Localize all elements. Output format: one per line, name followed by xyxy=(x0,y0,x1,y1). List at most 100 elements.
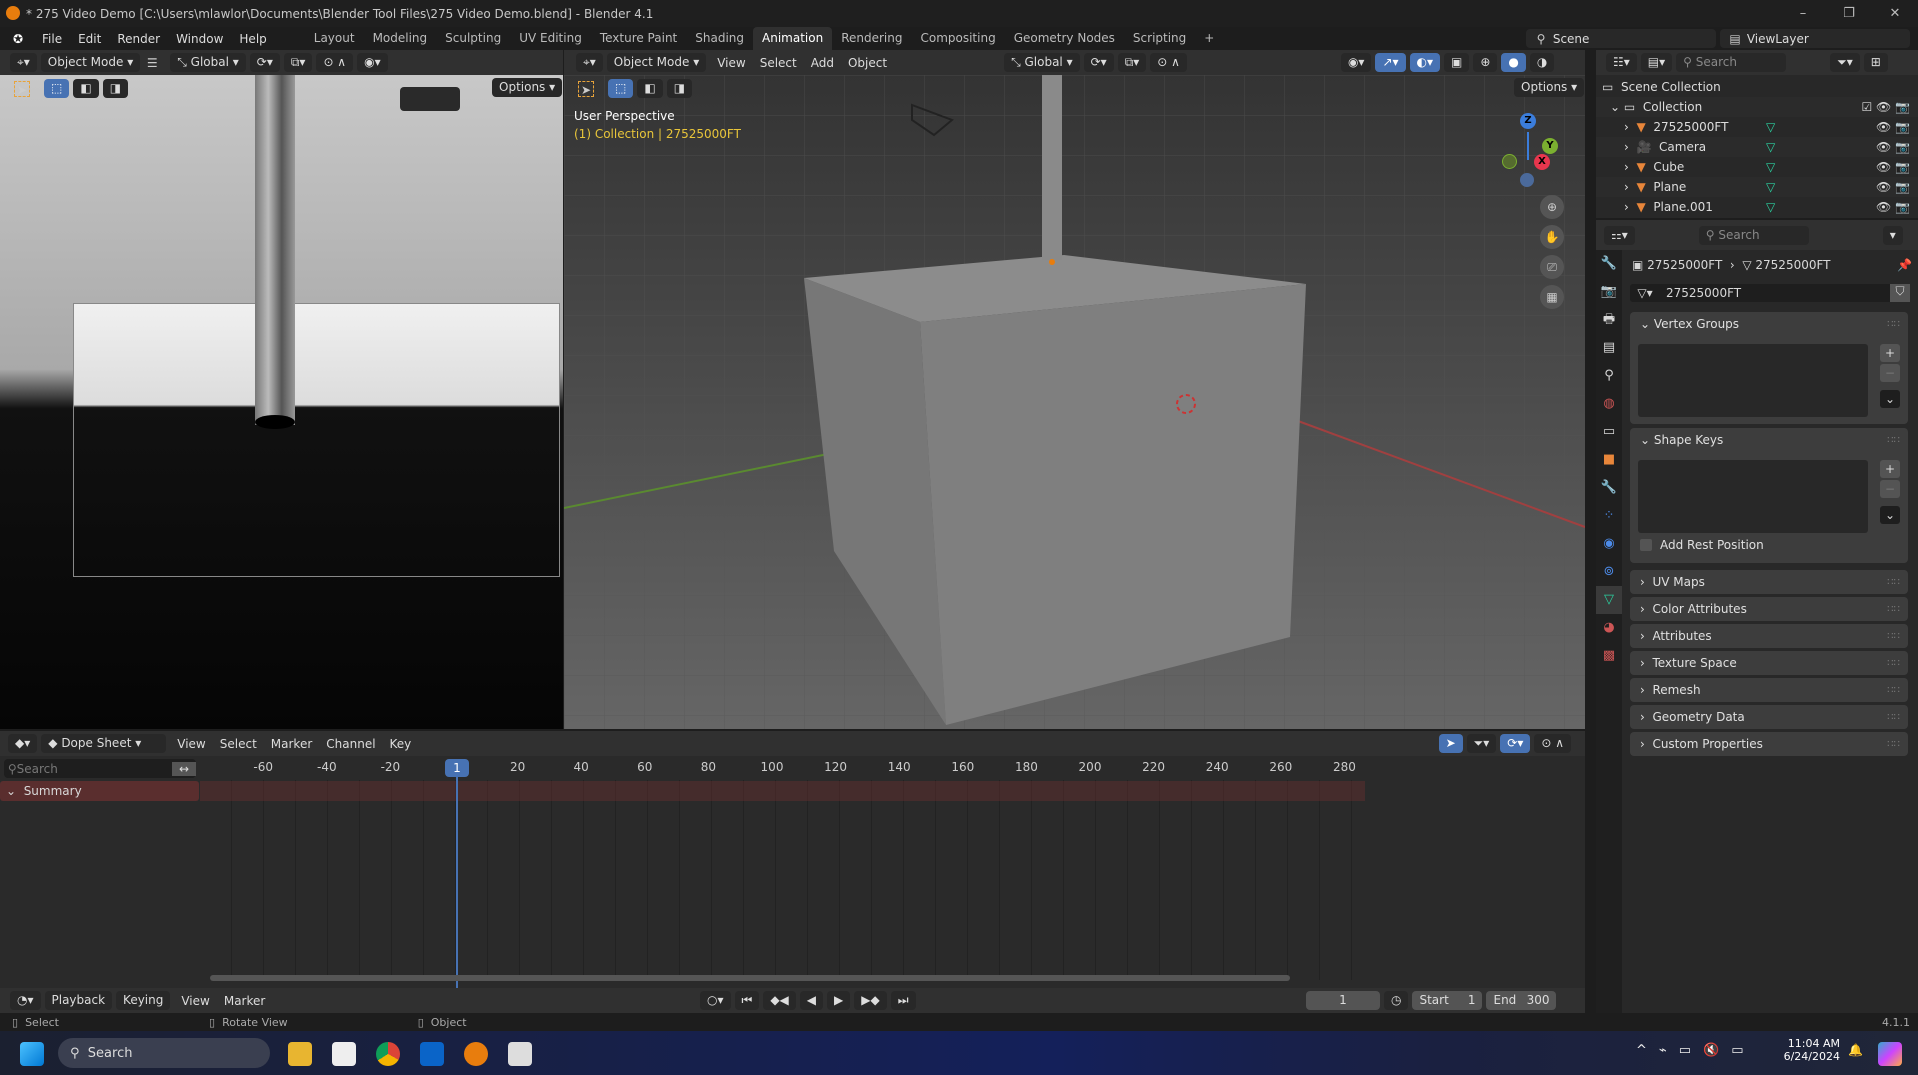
taskbar-search[interactable]: ⚲ Search xyxy=(58,1038,270,1068)
editor-type-button[interactable]: ⌖▾ xyxy=(576,53,603,72)
collection-tab-icon[interactable]: ▭ xyxy=(1596,418,1622,446)
current-frame-field[interactable]: 1 xyxy=(1306,991,1380,1010)
snap-button[interactable]: ⧉▾ xyxy=(1117,53,1147,72)
scene-tab-icon[interactable]: ⚲ xyxy=(1596,362,1622,390)
tab--[interactable]: + xyxy=(1195,27,1223,50)
tab-geometry-nodes[interactable]: Geometry Nodes xyxy=(1005,27,1124,50)
visibility-controls[interactable]: 👁 📷 xyxy=(1876,120,1910,134)
snap-button[interactable]: ⧉▾ xyxy=(283,53,313,72)
store-icon[interactable] xyxy=(332,1042,356,1066)
overlay-toggle[interactable]: ◐▾ xyxy=(1409,53,1441,72)
pin-icon[interactable]: 📌 xyxy=(1897,258,1912,272)
gizmo-neg-y[interactable] xyxy=(1502,154,1517,169)
proportional-toggle[interactable]: ⊙ ∧ xyxy=(1534,734,1571,753)
display-mode-dropdown[interactable]: ▤▾ xyxy=(1640,53,1673,72)
selectability-button[interactable]: ◉▾ xyxy=(1340,53,1372,72)
panel-remesh[interactable]: › Remesh ∷∷ xyxy=(1630,678,1908,702)
viewport-menu-object[interactable]: Object xyxy=(841,56,894,70)
menu-file[interactable]: File xyxy=(34,32,70,46)
mesh-datablock-field[interactable]: ▽▾ 27525000FT ⛉ xyxy=(1630,284,1910,302)
visibility-button[interactable]: ◉▾ xyxy=(357,53,388,72)
tab-uv-editing[interactable]: UV Editing xyxy=(510,27,591,50)
scene-selector[interactable]: ⚲ Scene xyxy=(1526,29,1716,48)
material-tab-icon[interactable]: ◕ xyxy=(1596,614,1622,642)
frame-ruler[interactable]: -60 -40 -20 20 40 60 80 100 120 140 160 180 200 220 24… xyxy=(0,756,1585,780)
physics-tab-icon[interactable]: ◉ xyxy=(1596,530,1622,558)
new-collection-button[interactable]: ⊞ xyxy=(1863,53,1888,72)
drag-handle[interactable]: ∷∷ xyxy=(1887,651,1900,676)
gizmo-x[interactable]: X xyxy=(1534,154,1550,170)
preview-range-icon[interactable]: ◷ xyxy=(1384,991,1409,1010)
zoom-icon[interactable]: ⊕ xyxy=(1540,195,1564,219)
horizontal-scrollbar[interactable] xyxy=(210,975,1290,981)
drag-handle[interactable]: ∷∷ xyxy=(1887,597,1900,622)
prev-keyframe-button[interactable]: ◆◀ xyxy=(763,991,796,1010)
perspective-grid-icon[interactable]: ▦ xyxy=(1540,285,1564,309)
tab-shading[interactable]: Shading xyxy=(686,27,753,50)
blender-menu-icon[interactable]: ✪ xyxy=(10,31,26,47)
panel-custom-properties[interactable]: › Custom Properties ∷∷ xyxy=(1630,732,1908,756)
pan-hand-icon[interactable]: ✋ xyxy=(1540,225,1564,249)
visibility-controls[interactable]: 👁 📷 xyxy=(1876,160,1910,174)
panel-header[interactable]: › Attributes xyxy=(1630,624,1908,649)
network-icon[interactable]: ⌁ xyxy=(1659,1043,1667,1058)
mesh-data-icon[interactable]: ▽ xyxy=(1766,120,1775,134)
file-explorer-icon[interactable] xyxy=(288,1042,312,1066)
panel-header[interactable]: › Custom Properties xyxy=(1630,732,1908,757)
object-mode-dropdown[interactable]: Object Mode ▾ xyxy=(606,53,707,72)
panel-header[interactable]: › Texture Space xyxy=(1630,651,1908,676)
visibility-controls[interactable]: 👁 📷 xyxy=(1876,200,1910,214)
mesh-data-icon[interactable]: ▽ xyxy=(1766,160,1775,174)
texture-tab-icon[interactable]: ▩ xyxy=(1596,642,1622,670)
vertex-group-menu[interactable]: ⌄ xyxy=(1880,390,1900,408)
checkbox[interactable] xyxy=(1640,539,1652,551)
close-button[interactable]: ✕ xyxy=(1872,0,1918,27)
drag-handle[interactable]: ∷∷ xyxy=(1887,678,1900,703)
panel-header[interactable]: › Remesh xyxy=(1630,678,1908,703)
filters-button[interactable]: ⏷▾ xyxy=(1466,734,1497,753)
jump-start-button[interactable]: ⏮ xyxy=(734,991,760,1010)
chevron-up-icon[interactable]: ^ xyxy=(1636,1043,1647,1058)
remove-shape-key-button[interactable]: − xyxy=(1880,480,1900,498)
auto-merge-toggle[interactable]: ⟳▾ xyxy=(1500,734,1531,753)
pivot-button[interactable]: ⟳▾ xyxy=(1083,53,1114,72)
editor-type-button[interactable]: ◔▾ xyxy=(10,991,41,1010)
outliner-item[interactable]: › 🎥 Camera ▽ 👁 📷 xyxy=(1596,137,1918,157)
shape-key-menu[interactable]: ⌄ xyxy=(1880,506,1900,524)
tab-texture-paint[interactable]: Texture Paint xyxy=(591,27,686,50)
scene-collection-row[interactable]: ▭ Scene Collection xyxy=(1596,77,1918,97)
app-icon[interactable] xyxy=(508,1042,532,1066)
viewport-menu-add[interactable]: Add xyxy=(804,56,841,70)
mesh-data-icon[interactable]: ▽ xyxy=(1766,140,1775,154)
dopesheet-menu-marker[interactable]: Marker xyxy=(264,737,319,751)
editor-type-button[interactable]: ◆▾ xyxy=(8,734,38,753)
collection-row[interactable]: ⌄ ▭ Collection ☑ 👁 📷 xyxy=(1596,97,1918,117)
dopesheet-menu-channel[interactable]: Channel xyxy=(319,737,382,751)
modifier-tab-icon[interactable]: 🔧 xyxy=(1596,474,1622,502)
chrome-icon[interactable] xyxy=(376,1042,400,1066)
playhead[interactable] xyxy=(456,768,458,988)
play-reverse-button[interactable]: ◀ xyxy=(799,991,824,1010)
outliner-item[interactable]: › ▼ 27525000FT ▽ 👁 📷 xyxy=(1596,117,1918,137)
dopesheet-mode-dropdown[interactable]: ◆ Dope Sheet ▾ xyxy=(41,734,167,753)
remove-vertex-group-button[interactable]: − xyxy=(1880,364,1900,382)
menu-help[interactable]: Help xyxy=(231,32,274,46)
orientation-dropdown[interactable]: ⤡ Global ▾ xyxy=(170,53,246,72)
panel-texture-space[interactable]: › Texture Space ∷∷ xyxy=(1630,651,1908,675)
panel-uv-maps[interactable]: › UV Maps ∷∷ xyxy=(1630,570,1908,594)
options-button[interactable]: Options ▾ xyxy=(492,78,563,97)
3d-viewport[interactable]: User Perspective (1) Collection | 275250… xyxy=(564,75,1585,729)
options-dropdown[interactable]: ▾ xyxy=(1882,225,1903,245)
maximize-button[interactable]: ❐ xyxy=(1826,0,1872,27)
outliner-item[interactable]: › ▼ Plane.001 ▽ 👁 📷 xyxy=(1596,197,1918,217)
data-tab-icon[interactable]: ▽ xyxy=(1596,586,1622,614)
editor-type-button[interactable]: ⌖▾ xyxy=(10,53,37,72)
drag-handle[interactable]: ∷∷ xyxy=(1887,570,1900,595)
start-frame-field[interactable]: Start 1 xyxy=(1412,991,1483,1010)
dopesheet-menu-view[interactable]: View xyxy=(170,737,212,751)
render-tab-icon[interactable]: 📷 xyxy=(1596,278,1622,306)
select-mode-subtract[interactable]: ◨ xyxy=(666,79,693,98)
drag-handle[interactable]: ∷∷ xyxy=(1887,705,1900,730)
panel-geometry-data[interactable]: › Geometry Data ∷∷ xyxy=(1630,705,1908,729)
properties-editor-type[interactable]: ⚏▾ xyxy=(1604,225,1635,245)
